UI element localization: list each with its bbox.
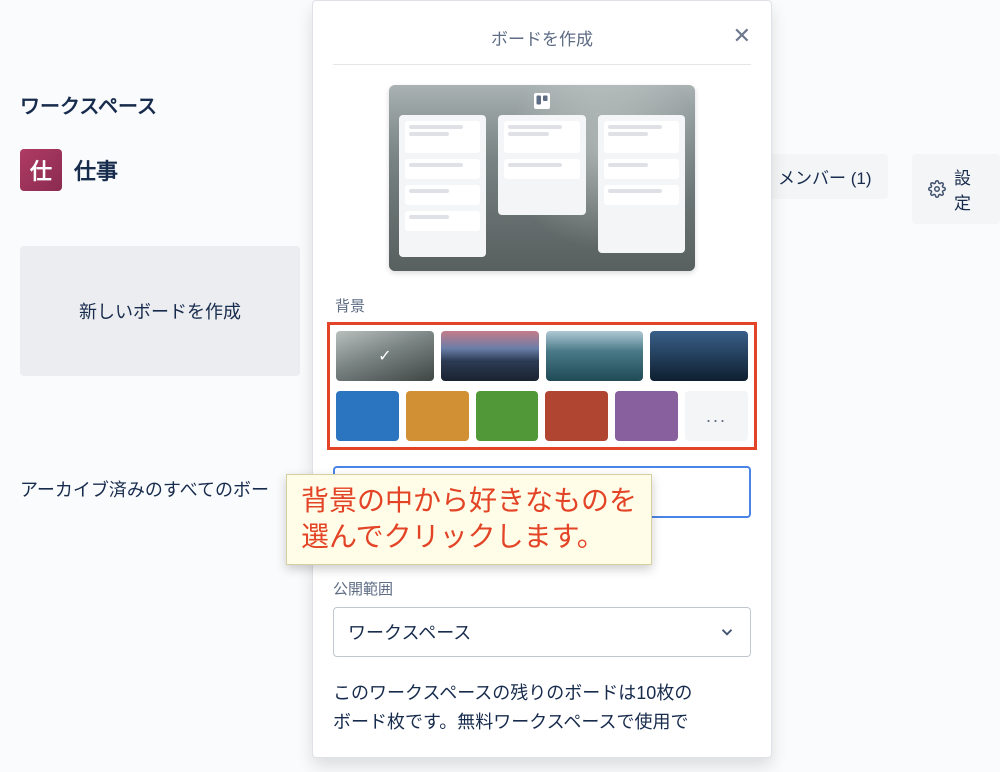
board-preview-wrap: [333, 65, 751, 287]
background-more-button[interactable]: ...: [685, 391, 748, 441]
remaining-boards-text: このワークスペースの残りのボードは10枚の ボード枚です。無料ワークスペースで使…: [333, 679, 751, 737]
chevron-down-icon: [718, 623, 736, 641]
preview-column: [498, 115, 585, 215]
trello-icon: [534, 93, 550, 109]
check-icon: ✓: [336, 331, 434, 381]
callout-line1: 背景の中から好きなものを: [301, 483, 637, 519]
background-image-option[interactable]: [650, 331, 748, 381]
annotation-callout: 背景の中から好きなものを 選んでクリックします。: [286, 474, 652, 565]
workspace-badge: 仕: [20, 149, 62, 191]
background-color-blue[interactable]: [336, 391, 399, 441]
close-icon[interactable]: ✕: [733, 23, 751, 49]
new-board-card[interactable]: 新しいボードを作成: [20, 246, 300, 376]
new-board-label: 新しいボードを作成: [79, 298, 241, 324]
modal-header: ボードを作成 ✕: [333, 17, 751, 65]
background-label: 背景: [335, 295, 751, 316]
members-button[interactable]: メンバー (1): [762, 154, 888, 199]
gear-icon: [928, 180, 946, 198]
workspace-name: 仕事: [74, 154, 118, 186]
workspace-heading: ワークスペース: [20, 90, 320, 119]
background-image-option[interactable]: [546, 331, 644, 381]
members-label: メンバー (1): [778, 164, 872, 189]
background-color-orange[interactable]: [406, 391, 469, 441]
background-image-option[interactable]: ✓: [336, 331, 434, 381]
workspace-row[interactable]: 仕 仕事: [20, 149, 320, 191]
visibility-value: ワークスペース: [348, 619, 471, 645]
visibility-label: 公開範囲: [333, 578, 751, 599]
preview-column: [399, 115, 486, 257]
background-color-red[interactable]: [545, 391, 608, 441]
background-color-purple[interactable]: [615, 391, 678, 441]
background-image-option[interactable]: [441, 331, 539, 381]
archive-boards-link[interactable]: アーカイブ済みのすべてのボー: [20, 476, 320, 502]
board-preview: [389, 85, 695, 271]
modal-title: ボードを作成: [491, 30, 593, 49]
create-board-modal: ボードを作成 ✕ 背景: [312, 0, 772, 758]
preview-column: [598, 115, 685, 253]
settings-label: 設定: [954, 164, 984, 214]
visibility-select[interactable]: ワークスペース: [333, 607, 751, 657]
background-color-green[interactable]: [476, 391, 539, 441]
callout-line2: 選んでクリックします。: [301, 519, 637, 555]
background-section: ✓ ...: [327, 322, 757, 450]
settings-button[interactable]: 設定: [912, 154, 1000, 224]
